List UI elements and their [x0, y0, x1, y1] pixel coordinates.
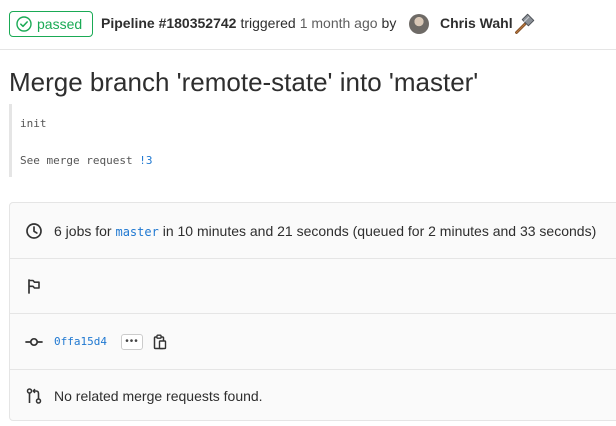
- commit-sha-link[interactable]: 0ffa15d4: [54, 335, 107, 348]
- jobs-summary: 6 jobs for master in 10 minutes and 21 s…: [54, 223, 596, 239]
- jobs-row: 6 jobs for master in 10 minutes and 21 s…: [10, 203, 616, 259]
- by-text: by: [381, 15, 397, 31]
- description-line: See merge request !3: [20, 154, 152, 167]
- flag-row: [10, 259, 616, 314]
- pipeline-header: passed Pipeline #180352742 triggered 1 m…: [0, 0, 616, 50]
- merge-request-icon: [26, 388, 42, 404]
- branch-link[interactable]: master: [115, 225, 158, 239]
- jobs-prefix: 6 jobs for: [54, 222, 116, 239]
- expand-commit-button[interactable]: •••: [121, 333, 143, 350]
- commit-icon: [25, 337, 43, 346]
- merge-request-prefix: See merge request: [20, 154, 140, 167]
- status-label: passed: [37, 16, 83, 32]
- merge-requests-row: No related merge requests found.: [10, 370, 616, 422]
- jobs-suffix: in 10 minutes and 21 seconds (queued for…: [158, 222, 597, 239]
- commit-description: init See merge request !3: [9, 104, 607, 177]
- time-ago: 1 month ago: [299, 15, 378, 31]
- flag-icon: [28, 279, 40, 294]
- clock-icon: [26, 222, 42, 239]
- triggered-text: triggered: [240, 15, 296, 31]
- pipeline-summary: Pipeline #180352742 triggered 1 month ag…: [101, 15, 396, 31]
- clipboard-icon[interactable]: [153, 334, 167, 350]
- commit-title: Merge branch 'remote-state' into 'master…: [9, 67, 479, 97]
- avatar[interactable]: [409, 14, 429, 34]
- description-line: init: [20, 117, 47, 130]
- check-circle-icon: [16, 16, 32, 32]
- pipeline-id: Pipeline #180352742: [101, 15, 237, 31]
- hammer-emoji-icon: [515, 13, 535, 34]
- author-name[interactable]: Chris Wahl: [440, 15, 513, 31]
- status-badge[interactable]: passed: [9, 11, 94, 37]
- pipeline-info-panel: 6 jobs for master in 10 minutes and 21 s…: [9, 202, 616, 421]
- merge-requests-text: No related merge requests found.: [54, 388, 263, 404]
- merge-request-link[interactable]: !3: [139, 154, 152, 167]
- commit-row: 0ffa15d4 •••: [10, 314, 616, 370]
